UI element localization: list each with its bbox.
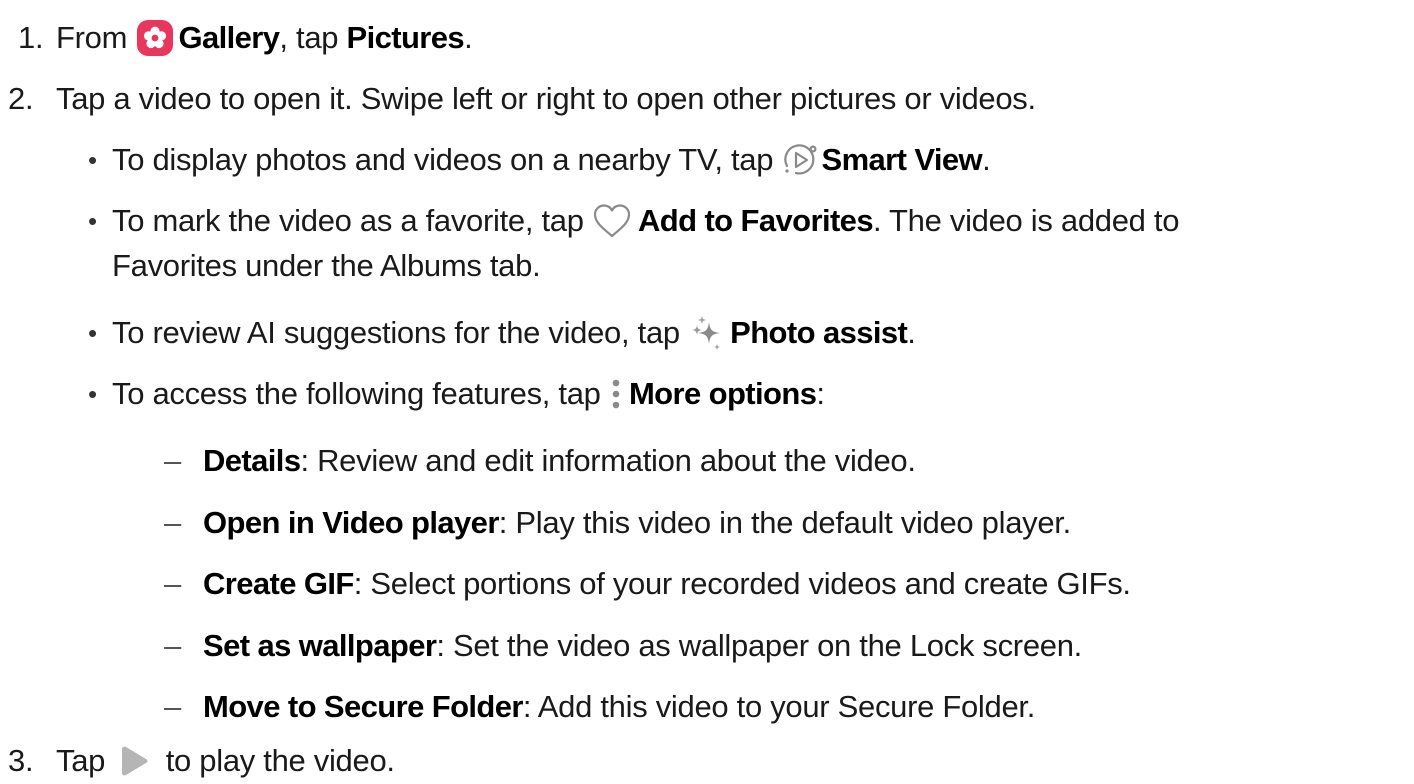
bullet-text: . (907, 315, 916, 350)
bullet-text: To access the following features, tap (112, 376, 609, 411)
bullet-text: . The video is added to (872, 203, 1180, 238)
sub-item-term: Move to Secure Folder (203, 689, 523, 724)
step-text: Tap (56, 743, 114, 778)
sub-item-desc: : Play this video in the default video p… (498, 505, 1071, 540)
sub-item-desc: : Add this video to your Secure Folder. (522, 689, 1036, 724)
bullet-text: To review AI suggestions for the video, … (112, 315, 689, 350)
dash-marker: – (164, 628, 181, 663)
photo-assist-label: Photo assist (730, 315, 908, 350)
heart-outline-icon (592, 203, 632, 239)
sub-item-term: Open in Video player (203, 505, 499, 540)
step-text: From (56, 20, 136, 55)
dash-marker: – (164, 443, 181, 478)
vertical-dots-icon (611, 377, 621, 411)
sub-item-term: Details (203, 443, 301, 478)
bullet-dot: • (88, 145, 97, 175)
sub-item-desc: : Select portions of your recorded video… (353, 566, 1131, 601)
bullet-text: To display photos and videos on a nearby… (112, 142, 782, 177)
step-text: . (464, 20, 473, 55)
step-number: 1. (18, 20, 44, 55)
sub-item-desc: : Set the video as wallpaper on the Lock… (436, 628, 1082, 663)
smart-view-icon (782, 142, 818, 178)
sub-item-desc: : Review and edit information about the … (300, 443, 916, 478)
step-number: 2. (8, 81, 34, 116)
sub-item-term: Set as wallpaper (203, 628, 437, 663)
dash-marker: – (164, 566, 181, 601)
gallery-label: Gallery (178, 20, 280, 55)
dash-marker: – (164, 505, 181, 540)
bullet-dot: • (88, 318, 97, 348)
pictures-label: Pictures (346, 20, 465, 55)
smart-view-label: Smart View (821, 142, 983, 177)
bullet-dot: • (88, 379, 97, 409)
dash-marker: – (164, 689, 181, 724)
step-number: 3. (8, 743, 34, 778)
sparkle-icon (688, 314, 726, 352)
step-text: Tap a video to open it. Swipe left or ri… (56, 81, 1036, 116)
step-text: , tap (279, 20, 347, 55)
gallery-flower-icon (137, 19, 174, 56)
bullet-dot: • (88, 206, 97, 236)
bullet-text: Favorites under the Albums tab. (112, 248, 541, 283)
bullet-text: . (982, 142, 991, 177)
step-text: to play the video. (157, 743, 395, 778)
more-options-label: More options (628, 376, 817, 411)
bullet-text: : (816, 376, 825, 411)
add-to-favorites-label: Add to Favorites (637, 203, 874, 238)
play-icon (119, 746, 149, 776)
bullet-text: To mark the video as a favorite, tap (112, 203, 592, 238)
sub-item-term: Create GIF (203, 566, 354, 601)
instructions-page: 1. From Gallery, tap Pictures. 2. Tap a … (0, 0, 1414, 784)
